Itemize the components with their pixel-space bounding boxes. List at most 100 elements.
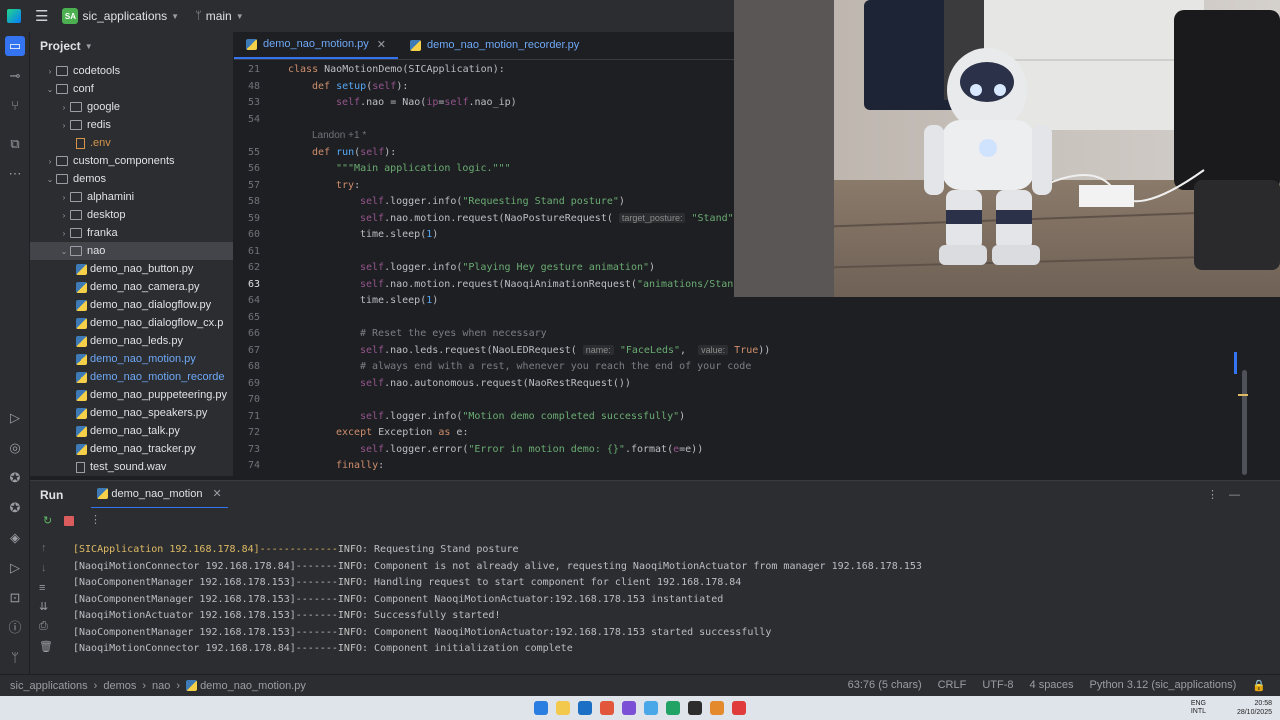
app-icon[interactable] [622,701,636,715]
app-icon[interactable] [710,701,724,715]
file-encoding[interactable]: UTF-8 [982,679,1013,692]
run-tab[interactable]: demo_nao_motion ✕ [91,481,228,509]
close-icon[interactable]: ✕ [377,38,386,51]
code-line[interactable]: class NaoMotionDemo(SICApplication): [288,64,505,75]
ai-assistant-icon[interactable]: ✪ [7,470,23,486]
code-line[interactable]: Landon +1 * [312,130,366,141]
windows-start-icon[interactable] [534,701,548,715]
line-ending[interactable]: CRLF [938,679,967,692]
python-interpreter[interactable]: Python 3.12 (sic_applications) [1090,679,1237,692]
tree-item[interactable]: › alphamini [30,188,233,206]
main-menu-icon[interactable]: ☰ [35,7,48,25]
code-line[interactable]: self.nao = Nao(ip=self.nao_ip) [336,97,517,108]
project-folder-icon[interactable]: ▭ [5,36,25,56]
code-line[interactable]: self.logger.error("Error in motion demo:… [360,444,703,455]
code-line[interactable]: # always end with a rest, whenever you r… [360,361,751,372]
clear-all-icon[interactable]: 🗑 [39,640,53,653]
tree-item[interactable]: demo_nao_motion.py [30,350,233,368]
chevron-right-icon[interactable]: › [58,229,70,238]
breadcrumb-item[interactable]: nao [152,680,170,692]
tree-item[interactable]: demo_nao_talk.py [30,422,233,440]
chevron-right-icon[interactable]: › [58,121,70,130]
code-line[interactable]: try: [336,180,360,191]
tree-item[interactable]: ⌄ demos [30,170,233,188]
chevron-down-icon[interactable]: ⌄ [44,85,56,94]
tree-item[interactable]: demo_nao_speakers.py [30,404,233,422]
indent-setting[interactable]: 4 spaces [1030,679,1074,692]
rerun-icon[interactable]: ↻ [43,514,52,527]
code-line[interactable]: self.nao.motion.request(NaoPostureReques… [360,212,740,224]
print-icon[interactable]: ⎙ [39,620,48,633]
tree-item[interactable]: › redis [30,116,233,134]
scroll-to-end-icon[interactable]: ⇊ [39,600,48,613]
breadcrumb-item[interactable]: sic_applications [10,680,88,692]
chevron-down-icon[interactable]: ▼ [171,12,179,21]
tree-item[interactable]: › desktop [30,206,233,224]
code-line[interactable]: """Main application logic.""" [336,163,511,174]
code-line[interactable]: self.nao.leds.request(NaoLEDRequest( nam… [360,344,770,356]
python-console-icon[interactable]: ◎ [7,440,23,456]
tree-item[interactable]: .env [30,134,233,152]
ai-chat-icon[interactable]: ✪ [7,500,23,516]
tab-demo-nao-motion-recorder[interactable]: demo_nao_motion_recorder.py [398,31,591,59]
terminal-icon[interactable]: ⊡ [7,590,23,606]
tree-item[interactable]: demo_nao_dialogflow.py [30,296,233,314]
tree-item[interactable]: › custom_components [30,152,233,170]
tree-item[interactable]: demo_nao_tracker.py [30,440,233,458]
project-name[interactable]: sic_applications [82,9,167,23]
more-options-icon[interactable]: ⋮ [1207,488,1218,501]
more-tools-icon[interactable]: ⋯ [7,166,23,182]
close-icon[interactable]: ✕ [212,487,221,500]
pull-requests-icon[interactable]: ⑂ [7,98,23,114]
app-icon[interactable] [732,701,746,715]
run-tool-icon[interactable]: ▷ [7,410,23,426]
code-line[interactable]: def run(self): [312,147,396,158]
chevron-right-icon[interactable]: › [58,211,70,220]
caret-position[interactable]: 63:76 (5 chars) [848,679,922,692]
layers-icon[interactable]: ◈ [7,530,23,546]
lock-icon[interactable]: 🔒 [1252,679,1266,692]
tree-item[interactable]: demo_nao_leds.py [30,332,233,350]
code-line[interactable]: self.logger.info("Motion demo completed … [360,411,685,422]
code-line[interactable]: # Reset the eyes when necessary [360,328,547,339]
app-icon[interactable] [688,701,702,715]
chevron-down-icon[interactable]: ▼ [85,42,93,51]
code-line[interactable]: self.nao.autonomous.request(NaoRestReque… [360,378,631,389]
tree-item[interactable]: demo_nao_dialogflow_cx.p [30,314,233,332]
scroll-up-icon[interactable]: ↑ [41,542,47,554]
project-badge[interactable]: SA [62,8,79,24]
tree-item[interactable]: demo_nao_button.py [30,260,233,278]
git-branch-icon[interactable]: ᛘ [195,10,202,22]
stop-icon[interactable] [64,516,74,526]
chevron-right-icon[interactable]: › [58,103,70,112]
code-line[interactable]: self.logger.info("Requesting Stand postu… [360,196,625,207]
chevron-down-icon[interactable]: ⌄ [44,175,56,184]
outlook-icon[interactable] [578,701,592,715]
chevron-down-icon[interactable]: ▼ [236,12,244,21]
tree-item[interactable]: › codetools [30,62,233,80]
tree-item[interactable]: › google [30,98,233,116]
chevron-down-icon[interactable]: ⌄ [58,247,70,256]
language-indicator[interactable]: ENG INTL [1191,700,1206,716]
tree-item[interactable]: demo_nao_motion_recorde [30,368,233,386]
soft-wrap-icon[interactable]: ≡ [39,582,45,594]
code-line[interactable]: except Exception as e: [336,427,468,438]
chevron-right-icon[interactable]: › [58,193,70,202]
code-line[interactable]: def setup(self): [312,81,408,92]
minimize-icon[interactable]: — [1229,489,1240,501]
breadcrumb-item[interactable]: demos [103,680,136,692]
clock[interactable]: 20:58 28/10/2025 [1237,699,1272,717]
chevron-right-icon[interactable]: › [44,67,56,76]
editor-scrollbar[interactable] [1242,370,1247,475]
more-actions-icon[interactable]: ⋮ [90,513,101,526]
chevron-right-icon[interactable]: › [44,157,56,166]
run-console[interactable]: [SICApplication 192.168.178.84]---------… [60,534,1280,674]
tree-item[interactable]: demo_nao_camera.py [30,278,233,296]
tree-item[interactable]: ⌄ conf [30,80,233,98]
commit-icon[interactable]: ⊸ [7,68,23,84]
branch-name[interactable]: main [206,9,232,23]
tree-item[interactable]: › franka [30,224,233,242]
scroll-down-icon[interactable]: ↓ [41,562,47,574]
code-line[interactable]: finally: [336,460,384,471]
tab-demo-nao-motion[interactable]: demo_nao_motion.py ✕ [234,31,399,59]
